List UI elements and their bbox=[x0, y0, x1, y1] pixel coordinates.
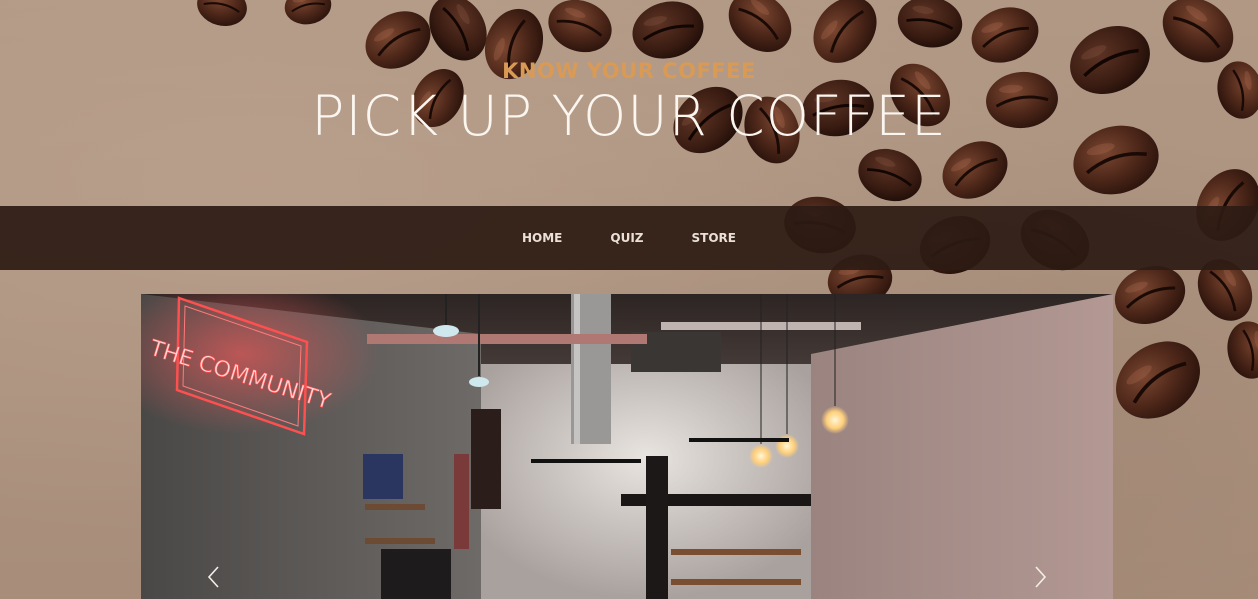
nav-item-store[interactable]: STORE bbox=[692, 231, 736, 245]
hero-headline: PICK UP YOUR COFFEE bbox=[311, 84, 947, 148]
nav-menu: HOME QUIZ STORE bbox=[0, 206, 1258, 270]
nav-item-quiz[interactable]: QUIZ bbox=[610, 231, 643, 245]
chevron-left-icon[interactable] bbox=[202, 563, 226, 591]
slideshow: THE COMMUNITY bbox=[141, 294, 1113, 599]
nav-item-home[interactable]: HOME bbox=[522, 231, 562, 245]
chevron-right-icon[interactable] bbox=[1028, 563, 1052, 591]
hero-kicker: KNOW YOUR COFFEE bbox=[502, 59, 756, 83]
hero-header: KNOW YOUR COFFEE PICK UP YOUR COFFEE bbox=[0, 0, 1258, 206]
cafe-interior-photo: THE COMMUNITY bbox=[141, 294, 1113, 599]
main-navbar: HOME QUIZ STORE bbox=[0, 206, 1258, 270]
